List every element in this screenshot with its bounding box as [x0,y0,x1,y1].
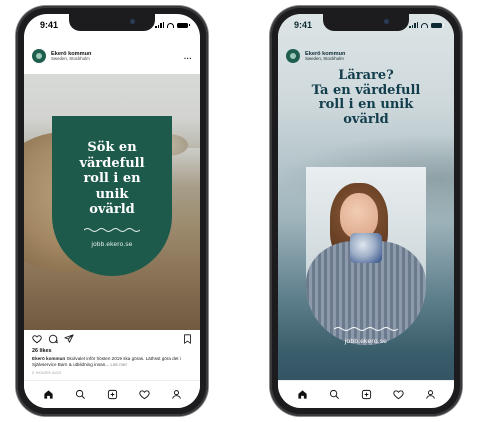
battery-icon [431,22,444,28]
story-url[interactable]: jobb.ekero.se [345,338,387,345]
wifi-icon [167,22,174,28]
status-time: 9:41 [294,20,313,30]
account-location: Sweden, Stockholm [305,55,344,61]
story-headline: Lärare? Ta en värdefull roll i en unik o… [311,68,421,127]
avatar[interactable] [286,49,300,63]
teacher-photo [306,167,426,345]
activity-icon[interactable] [390,387,406,403]
search-icon[interactable] [72,387,88,403]
status-time: 9:41 [40,20,59,30]
ad-image: Sök en värdefull roll i en unik ovärld j… [24,74,200,330]
account-location: Sweden, Stockholm [51,55,90,61]
add-post-icon[interactable] [104,387,120,403]
likes-count[interactable]: 26 likes [32,348,51,354]
signal-icon [155,22,164,28]
phone-screen: 9:41 Ekerö kommun Sweden, Stockholm Lära… [278,14,454,408]
wave-divider-icon [84,228,140,232]
post-header: Ekerö kommun Sweden, Stockholm ... [24,38,200,74]
caption-author[interactable]: Ekerö kommun [32,356,65,361]
system-icons [409,22,444,28]
mug-image [350,233,382,263]
phone-notch [69,14,155,31]
phone-mockup-story: 9:41 Ekerö kommun Sweden, Stockholm Lära… [270,6,462,416]
phone-mockup-feed: 9:41 Ekerö kommun Sweden, Stockholm ... … [16,6,208,416]
ad-panel: Sök en värdefull roll i en unik ovärld j… [52,116,172,276]
post-caption: Ekerö kommun Skolvalet inför hösten 2019… [32,356,192,368]
bookmark-icon[interactable] [183,334,192,344]
post-actions [32,332,192,346]
activity-icon[interactable] [136,387,152,403]
caption-more-link[interactable]: Läs mer [110,362,127,367]
comment-icon[interactable] [48,334,58,344]
profile-icon[interactable] [168,387,184,403]
story-cta: jobb.ekero.se [278,326,454,345]
wave-divider-icon [334,327,398,331]
home-icon[interactable] [40,387,56,403]
phone-screen: 9:41 Ekerö kommun Sweden, Stockholm ... … [24,14,200,408]
share-icon[interactable] [64,334,74,344]
heart-icon[interactable] [32,334,42,344]
avatar[interactable] [32,49,46,63]
wifi-icon [421,22,428,28]
profile-icon[interactable] [422,387,438,403]
post-timestamp: 2 HOURS AGO [32,371,62,375]
signal-icon [409,22,418,28]
system-icons [155,22,190,28]
add-post-icon[interactable] [358,387,374,403]
bottom-nav [24,380,200,408]
phone-notch [323,14,409,31]
home-icon[interactable] [294,387,310,403]
battery-icon [177,22,190,28]
ad-headline: Sök en värdefull roll i en unik ovärld [79,140,145,218]
more-options-icon[interactable]: ... [184,52,192,61]
bottom-nav [278,380,454,408]
ad-url[interactable]: jobb.ekero.se [92,241,133,248]
search-icon[interactable] [326,387,342,403]
